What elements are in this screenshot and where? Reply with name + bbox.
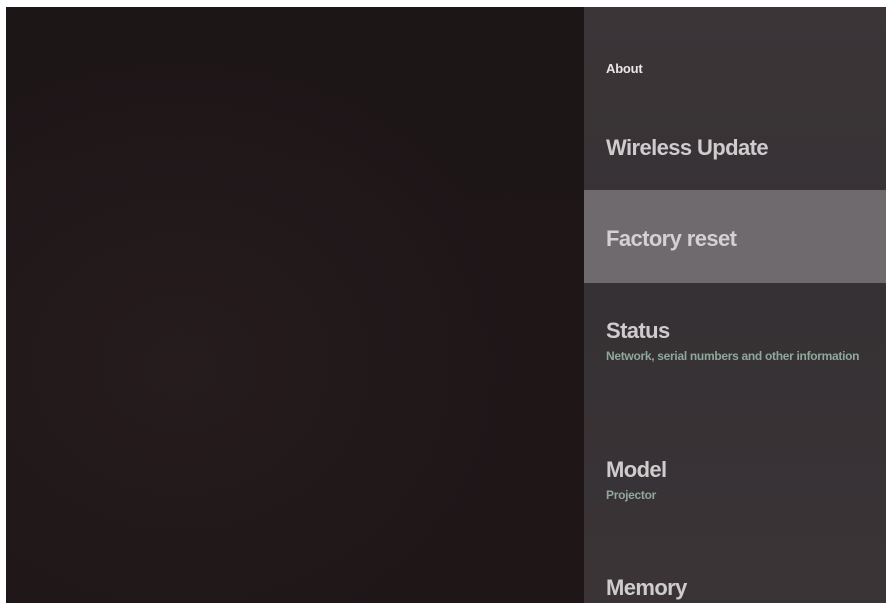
menu-item-title: Factory reset [606, 226, 737, 251]
menu-item-title: Memory [606, 575, 687, 600]
menu-item-memory[interactable]: Memory [584, 575, 886, 603]
menu-item-subtitle: Projector [606, 488, 656, 502]
menu-item-title: Status [606, 318, 670, 343]
menu-item-wireless-update[interactable]: Wireless Update [584, 135, 886, 185]
menu-item-status[interactable]: Status Network, serial numbers and other… [584, 318, 886, 418]
settings-side-panel: About Wireless Update Factory reset Stat… [584, 7, 886, 603]
menu-item-title: Model [606, 457, 667, 482]
content-area [6, 7, 586, 603]
menu-item-model[interactable]: Model Projector [584, 457, 886, 527]
menu-item-factory-reset[interactable]: Factory reset [584, 190, 886, 283]
menu-item-subtitle: Network, serial numbers and other inform… [606, 349, 860, 363]
tv-screen: About Wireless Update Factory reset Stat… [6, 7, 886, 603]
panel-header: About [606, 61, 643, 76]
menu-item-title: Wireless Update [606, 135, 769, 160]
